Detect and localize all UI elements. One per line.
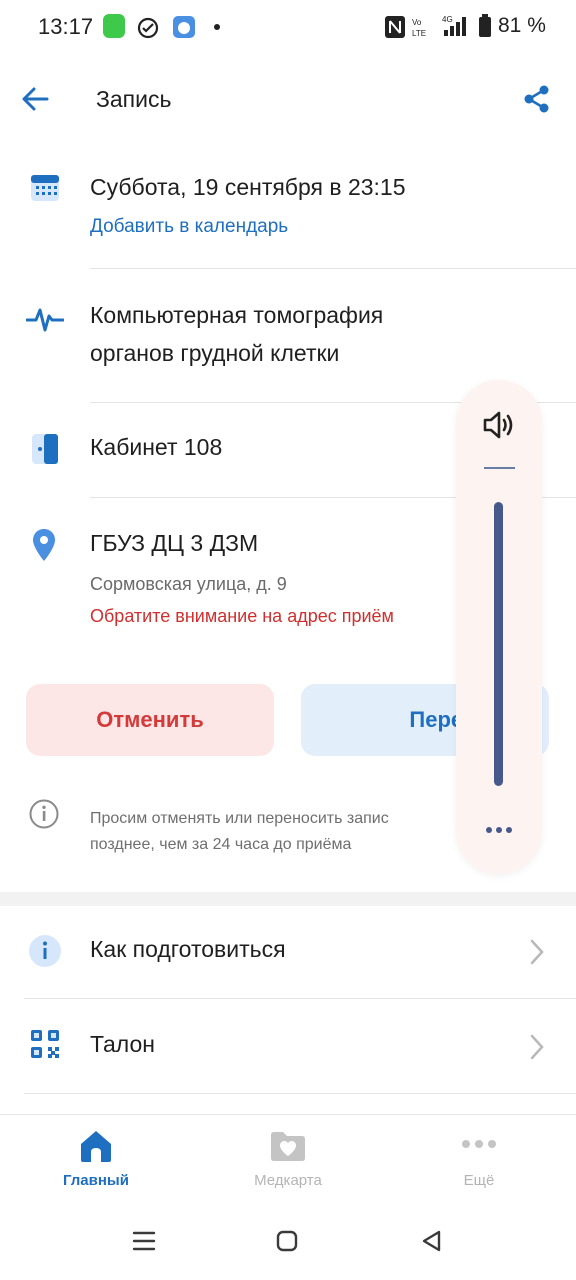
- divider: [90, 268, 576, 269]
- door-icon: [32, 434, 58, 464]
- calendar-icon: [31, 175, 59, 201]
- weather-icon: [173, 16, 195, 38]
- more-dots-icon: [462, 1140, 496, 1148]
- medcard-folder-icon: [271, 1132, 305, 1161]
- service-name-line2: органов грудной клетки: [90, 340, 340, 366]
- pulse-icon: [26, 308, 64, 332]
- nav-label: Медкарта: [254, 1172, 322, 1189]
- system-back-icon[interactable]: [420, 1229, 442, 1253]
- clinic-address: Сормовская улица, д. 9: [90, 574, 287, 594]
- back-arrow-icon[interactable]: [20, 84, 50, 114]
- info-outline-icon: [29, 799, 59, 829]
- add-to-calendar-link[interactable]: Добавить в календарь: [90, 216, 288, 238]
- nav-label: Главный: [63, 1172, 129, 1189]
- info-icon: [29, 935, 61, 967]
- appointment-date: Суббота, 19 сентября в 23:15: [90, 174, 406, 200]
- status-time: 13:17: [38, 14, 94, 39]
- page-title: Запись: [96, 86, 172, 112]
- speaker-icon[interactable]: [482, 409, 516, 441]
- nav-label: Ещё: [463, 1172, 495, 1189]
- cancellation-notice: Просим отменять или переносить запис поз…: [90, 806, 460, 858]
- chevron-right-icon: [530, 1034, 544, 1060]
- qr-code-icon: [31, 1030, 59, 1058]
- section-separator: [0, 892, 576, 906]
- nav-tab-home[interactable]: Главный: [46, 1124, 146, 1196]
- clinic-name: ГБУЗ ДЦ 3 ДЗМ: [90, 530, 259, 556]
- menu-item-label: Как подготовиться: [90, 936, 286, 962]
- tabbar-border: [0, 1114, 576, 1115]
- battery-percent: 81 %: [498, 14, 546, 37]
- system-menu-icon[interactable]: [132, 1230, 156, 1252]
- menu-item-label: Талон: [90, 1031, 155, 1057]
- location-pin-icon: [33, 529, 55, 561]
- chevron-right-icon: [530, 939, 544, 965]
- share-icon[interactable]: [523, 84, 551, 114]
- svg-text:LTE: LTE: [412, 29, 426, 38]
- menu-item-prepare[interactable]: Как подготовиться: [0, 906, 576, 998]
- service-name-line1: Компьютерная томография: [90, 302, 384, 328]
- divider: [24, 1093, 576, 1094]
- home-icon: [81, 1131, 111, 1162]
- app-notification-icon: [103, 14, 125, 38]
- svg-text:4G: 4G: [442, 15, 453, 24]
- volume-slider[interactable]: [494, 502, 503, 786]
- volte-icon: Vo LTE: [412, 18, 426, 38]
- check-circle-icon: [137, 17, 159, 39]
- notice-line2: позднее, чем за 24 часа до приёма: [90, 836, 352, 853]
- notification-dot: [214, 24, 220, 30]
- address-warning: Обратите внимание на адрес приём: [90, 606, 394, 626]
- volume-more-icon[interactable]: [484, 824, 514, 836]
- signal-icon: 4G: [442, 15, 466, 36]
- nfc-icon: [385, 16, 405, 38]
- battery-icon: [479, 14, 491, 37]
- cabinet-number: Кабинет 108: [90, 434, 223, 460]
- menu-item-ticket[interactable]: Талон: [0, 999, 576, 1093]
- nav-tab-medcard[interactable]: Медкарта: [238, 1124, 338, 1196]
- svg-text:Vo: Vo: [412, 18, 422, 27]
- notice-line1: Просим отменять или переносить запис: [90, 810, 389, 827]
- system-home-icon[interactable]: [276, 1230, 298, 1252]
- nav-tab-more[interactable]: Ещё: [429, 1124, 529, 1196]
- cancel-appointment-button[interactable]: Отменить: [26, 684, 274, 756]
- volume-divider: [484, 467, 515, 469]
